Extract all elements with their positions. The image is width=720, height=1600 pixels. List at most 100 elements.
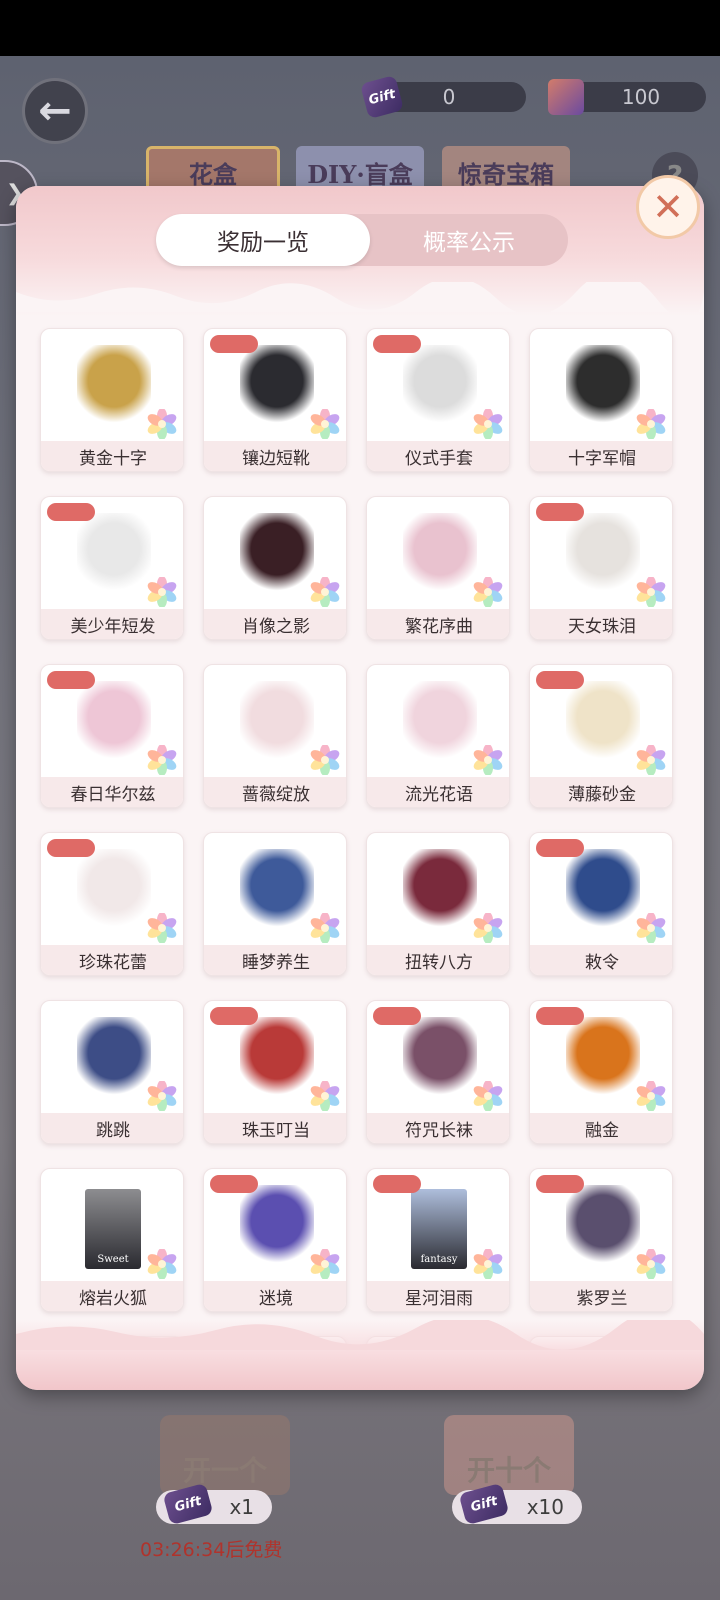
reward-name: 繁花序曲: [367, 609, 509, 639]
flower-rarity-icon: [636, 408, 666, 440]
cost-one-label: x1: [229, 1495, 254, 1519]
reward-item-image: [566, 513, 640, 593]
reward-card[interactable]: 敕令: [529, 832, 673, 976]
open-ten-button[interactable]: 开十个: [444, 1415, 574, 1495]
flower-rarity-icon: [473, 576, 503, 608]
reward-tag-badge: [210, 1007, 258, 1025]
reward-tag-badge: [210, 335, 258, 353]
reward-card[interactable]: 跳跳: [40, 1000, 184, 1144]
reward-card[interactable]: 融金: [529, 1000, 673, 1144]
flower-rarity-icon: [310, 744, 340, 776]
bottom-actions: 开一个 开十个 Gift x1 Gift x10 03:26:34后免费: [0, 1395, 720, 1600]
reward-name: 蔷薇绽放: [204, 777, 346, 807]
reward-item-image: Sweet: [85, 1189, 141, 1269]
close-button[interactable]: ✕: [636, 175, 700, 239]
reward-card[interactable]: 紫罗兰: [529, 1168, 673, 1312]
flower-rarity-icon: [147, 1248, 177, 1280]
reward-card[interactable]: Sweet 熔岩火狐: [40, 1168, 184, 1312]
reward-item-image: [77, 1017, 151, 1097]
reward-name: 扭转八方: [367, 945, 509, 975]
reward-name: 融金: [530, 1113, 672, 1143]
reward-tag-badge: [536, 839, 584, 857]
tab-rewards-list[interactable]: 奖励一览: [156, 214, 370, 266]
reward-card[interactable]: 天女珠泪: [529, 496, 673, 640]
flower-rarity-icon: [310, 576, 340, 608]
reward-card[interactable]: 流光花语: [366, 664, 510, 808]
reward-item-image: [566, 1017, 640, 1097]
portrait-caption: fantasy: [420, 1254, 458, 1265]
reward-card[interactable]: 睡梦养生: [203, 832, 347, 976]
rewards-modal: 奖励一览 概率公示 黄金十字 镶边短靴 仪式手套 十字军帽美少年短发 肖像之影 繁花序曲天…: [16, 186, 704, 1390]
reward-name: 珠玉叮当: [204, 1113, 346, 1143]
modal-tab-switch: 奖励一览 概率公示: [156, 214, 568, 266]
reward-card[interactable]: 珠玉叮当: [203, 1000, 347, 1144]
reward-name: 薄藤砂金: [530, 777, 672, 807]
reward-name: 镶边短靴: [204, 441, 346, 471]
reward-tag-badge: [210, 1175, 258, 1193]
flower-rarity-icon: [473, 744, 503, 776]
gem-count: 100: [621, 85, 661, 109]
flower-rarity-icon: [473, 1080, 503, 1112]
reward-name: 肖像之影: [204, 609, 346, 639]
flower-rarity-icon: [147, 744, 177, 776]
reward-item-image: [403, 849, 477, 929]
flower-rarity-icon: [310, 1080, 340, 1112]
status-bar: [0, 0, 720, 56]
reward-card[interactable]: 扭转八方: [366, 832, 510, 976]
open-one-button[interactable]: 开一个: [160, 1415, 290, 1495]
flower-rarity-icon: [310, 912, 340, 944]
reward-card[interactable]: 迷境: [203, 1168, 347, 1312]
gem-icon: [548, 79, 584, 115]
flower-rarity-icon: [636, 744, 666, 776]
reward-card[interactable]: 美少年短发: [40, 496, 184, 640]
reward-name: 迷境: [204, 1281, 346, 1311]
reward-name: 跳跳: [41, 1113, 183, 1143]
reward-item-image: [77, 849, 151, 929]
reward-item-image: [566, 1185, 640, 1265]
reward-item-image: [566, 849, 640, 929]
reward-card[interactable]: 仪式手套: [366, 328, 510, 472]
flower-rarity-icon: [147, 1080, 177, 1112]
reward-card[interactable]: 春日华尔兹: [40, 664, 184, 808]
ticket-icon: Gift: [458, 1482, 510, 1526]
flower-rarity-icon: [636, 576, 666, 608]
reward-tag-badge: [536, 1175, 584, 1193]
flower-rarity-icon: [473, 408, 503, 440]
reward-card[interactable]: 薄藤砂金: [529, 664, 673, 808]
reward-card[interactable]: 蔷薇绽放: [203, 664, 347, 808]
reward-name: 天女珠泪: [530, 609, 672, 639]
reward-item-image: [403, 1017, 477, 1097]
flower-rarity-icon: [636, 1248, 666, 1280]
reward-tag-badge: [373, 1007, 421, 1025]
reward-card[interactable]: 繁花序曲: [366, 496, 510, 640]
reward-item-image: [240, 345, 314, 425]
reward-name: 春日华尔兹: [41, 777, 183, 807]
tab-probability[interactable]: 概率公示: [370, 214, 568, 266]
gem-balance[interactable]: 100: [548, 79, 706, 115]
flower-rarity-icon: [147, 576, 177, 608]
reward-card[interactable]: 符咒长袜: [366, 1000, 510, 1144]
reward-card[interactable]: 黄金十字: [40, 328, 184, 472]
reward-card[interactable]: 十字军帽: [529, 328, 673, 472]
footer-wave-decoration: [16, 1320, 704, 1350]
back-button[interactable]: ←: [22, 78, 88, 144]
reward-name: 睡梦养生: [204, 945, 346, 975]
flower-rarity-icon: [636, 912, 666, 944]
reward-name: 符咒长袜: [367, 1113, 509, 1143]
reward-card[interactable]: 镶边短靴: [203, 328, 347, 472]
free-timer: 03:26:34后免费: [140, 1539, 283, 1561]
reward-item-image: [566, 345, 640, 425]
ticket-balance[interactable]: Gift 0: [359, 74, 526, 120]
flower-rarity-icon: [147, 912, 177, 944]
reward-tag-badge: [47, 503, 95, 521]
reward-card[interactable]: fantasy 星河泪雨: [366, 1168, 510, 1312]
flower-rarity-icon: [310, 408, 340, 440]
cost-ten: Gift x10: [452, 1482, 582, 1526]
ticket-count: 0: [442, 85, 456, 109]
flower-rarity-icon: [147, 408, 177, 440]
portrait-caption: Sweet: [97, 1254, 129, 1265]
reward-card[interactable]: 珍珠花蕾: [40, 832, 184, 976]
reward-card[interactable]: 肖像之影: [203, 496, 347, 640]
reward-tag-badge: [536, 503, 584, 521]
reward-item-image: [240, 513, 314, 593]
